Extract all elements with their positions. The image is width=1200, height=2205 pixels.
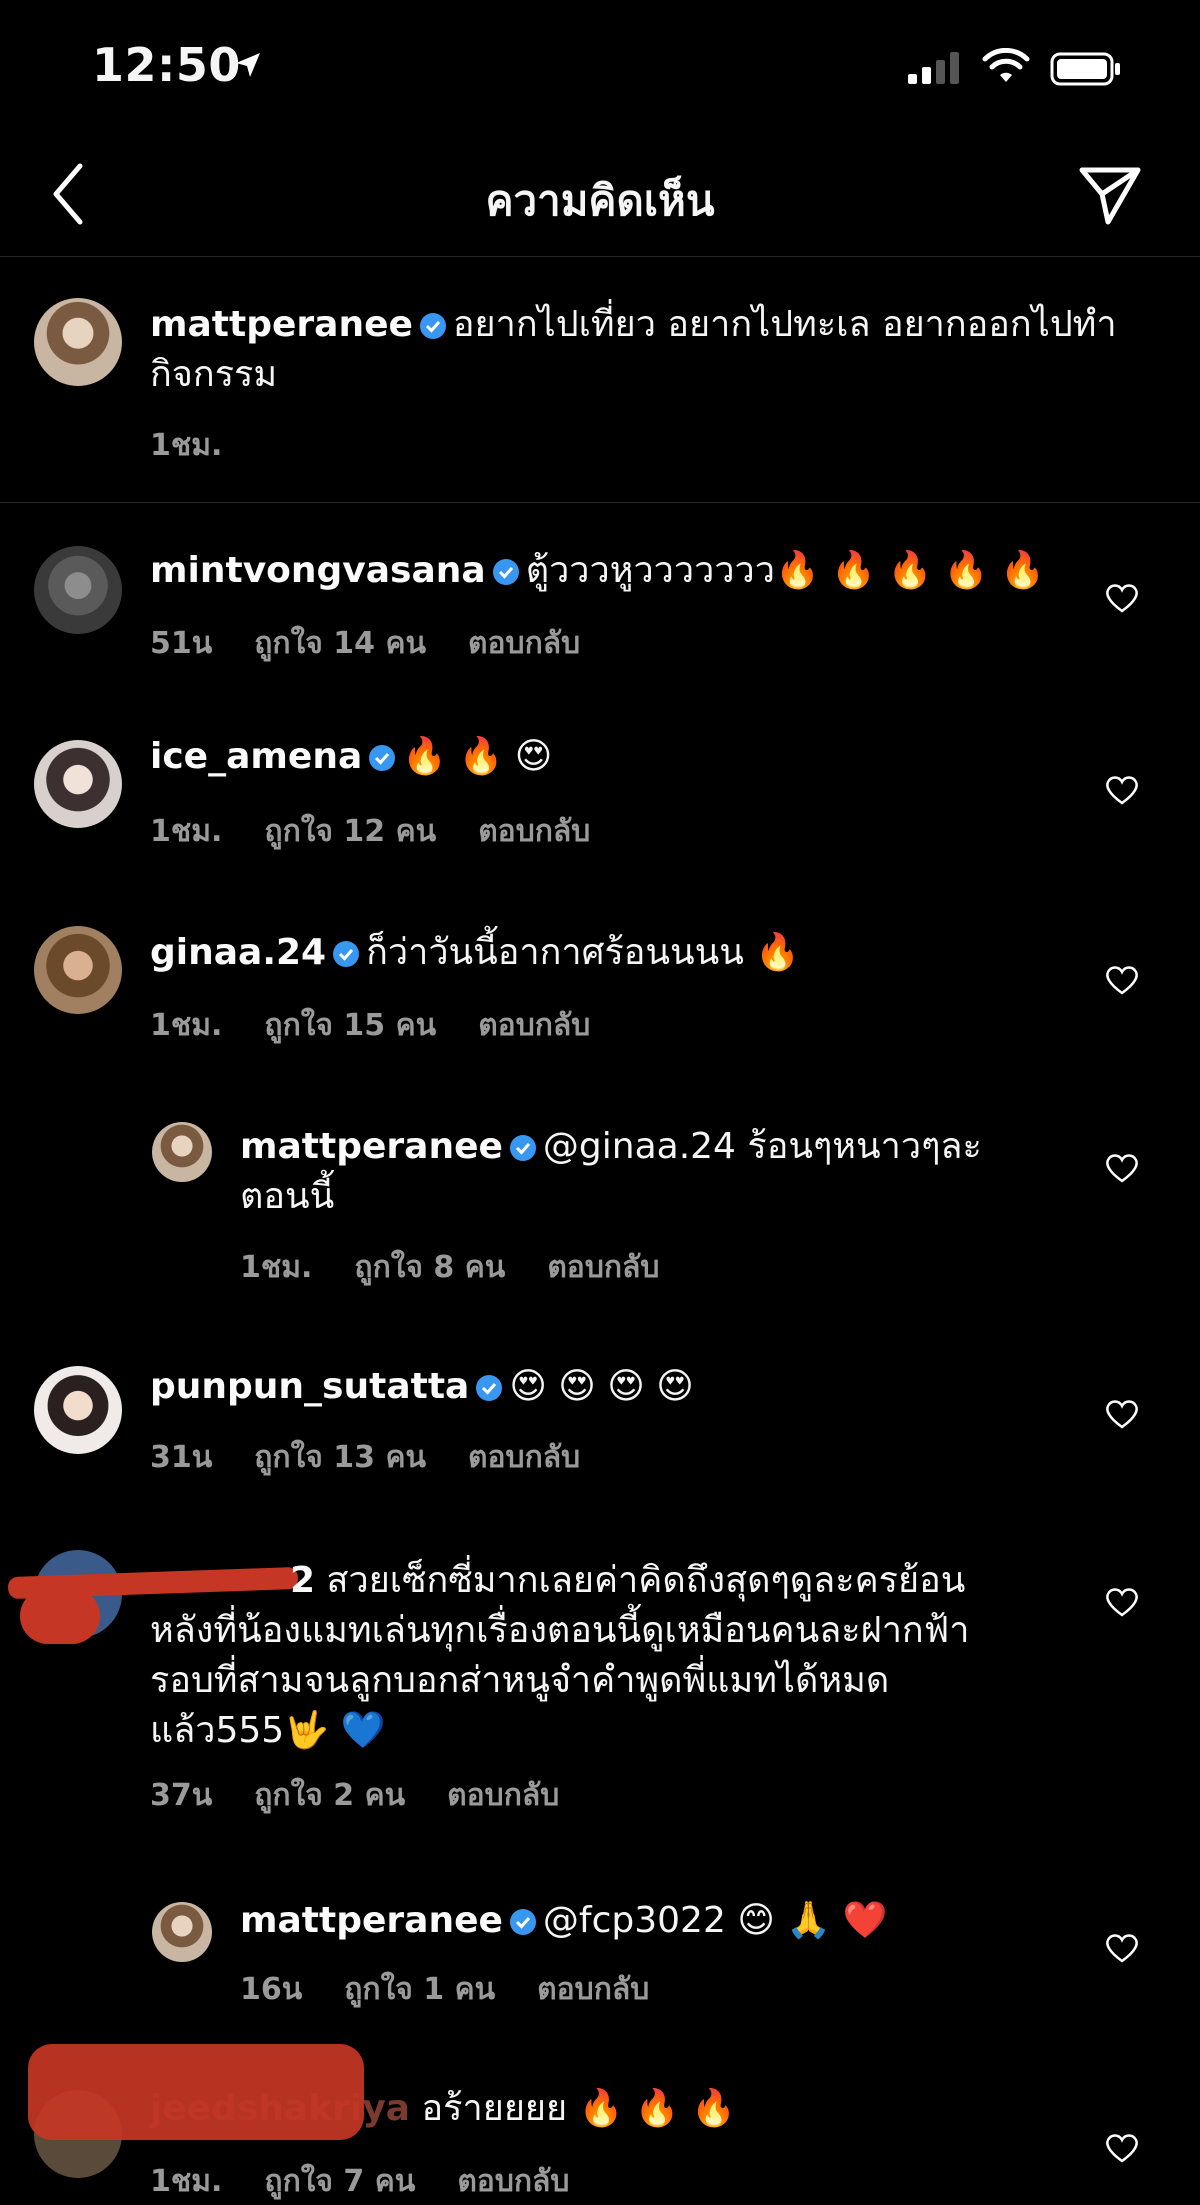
comment-emoji: 🔥 🔥 😍 xyxy=(402,736,553,777)
page-title: ความคิดเห็น xyxy=(485,176,715,225)
comment-text-line4: แล้ว555 xyxy=(150,1710,285,1751)
verified-badge-icon xyxy=(509,1909,536,1935)
caption-text-line2: กิจกรรม xyxy=(150,354,278,395)
verified-badge-icon xyxy=(369,745,396,771)
likes-count[interactable]: ถูกใจ 2 คน xyxy=(254,1778,405,1813)
comment-item: jeedshakriya อร้ายยยย 🔥 🔥 🔥 1ชม.ถูกใจ 7 … xyxy=(0,2040,1200,2199)
comment-item: 2 สวยเซ็กซี่มากเลยค่าคิดถึงสุดๆดูละครย้อ… xyxy=(0,1526,1200,1866)
reply-button[interactable]: ตอบกลับ xyxy=(478,1008,590,1043)
comment-username[interactable]: ice_amena xyxy=(150,736,362,777)
reply-button[interactable]: ตอบกลับ xyxy=(468,626,580,661)
reply-button[interactable]: ตอบกลับ xyxy=(457,2164,569,2199)
verified-badge-icon xyxy=(492,559,519,585)
avatar[interactable] xyxy=(34,926,122,1014)
reply-button[interactable]: ตอบกลับ xyxy=(478,814,590,849)
likes-count[interactable]: ถูกใจ 1 คน xyxy=(344,1972,495,2007)
heart-icon[interactable] xyxy=(1104,1152,1140,1184)
caption-text: อยากไปเที่ยว อยากไปทะเล อยากออกไปทำ xyxy=(452,304,1117,345)
header: ความคิดเห็น xyxy=(0,150,1200,257)
redaction-mark xyxy=(28,2044,364,2140)
comment-username[interactable]: mintvongvasana xyxy=(150,550,486,591)
reply-button[interactable]: ตอบกลับ xyxy=(547,1250,659,1285)
verified-badge-icon xyxy=(476,1375,503,1401)
comment-username[interactable]: mattperanee xyxy=(240,1900,503,1941)
post-caption: mattperanee อยากไปเที่ยว อยากไปทะเล อยากอ… xyxy=(0,256,1200,503)
comment-username[interactable]: mattperanee xyxy=(240,1126,503,1167)
avatar[interactable] xyxy=(34,298,122,386)
avatar[interactable] xyxy=(34,1366,122,1454)
comment-emoji: 🔥 🔥 🔥 xyxy=(578,2088,736,2129)
comment-item: ice_amena 🔥 🔥 😍 1ชม. ถูกใจ 12 คน ตอบกลับ xyxy=(0,692,1200,882)
comment-text: ก็ว่าวันนี้อากาศร้อนนนน xyxy=(366,932,744,973)
location-arrow-icon xyxy=(236,53,260,77)
verified-badge-icon xyxy=(333,941,360,967)
caption-time: 1ชม. xyxy=(150,428,223,463)
comment-time: 1ชม. xyxy=(150,2164,223,2199)
battery-icon xyxy=(1050,52,1120,86)
comment-text: @fcp3022 xyxy=(542,1900,726,1941)
comment-text-line2: ตอนนี้ xyxy=(240,1176,335,1217)
likes-count[interactable]: ถูกใจ 14 คน xyxy=(254,626,426,661)
heart-icon[interactable] xyxy=(1104,582,1140,614)
avatar[interactable] xyxy=(152,1902,212,1962)
reply-item: mattperanee @ginaa.24 ร้อนๆหนาวๆละ ตอนนี้… xyxy=(0,1078,1200,1340)
comment-text: สวยเซ็กซี่มากเลยค่าคิดถึงสุดๆดูละครย้อน xyxy=(326,1560,966,1601)
comment-emoji: 😊 🙏 ❤️ xyxy=(737,1900,888,1941)
reply-button[interactable]: ตอบกลับ xyxy=(447,1778,559,1813)
comment-emoji: 🔥 xyxy=(755,932,801,973)
likes-count[interactable]: ถูกใจ 8 คน xyxy=(354,1250,505,1285)
comment-emoji: 🔥 🔥 🔥 🔥 🔥 xyxy=(774,550,1045,591)
cellular-signal-icon xyxy=(908,52,959,84)
comment-text: @ginaa.24 ร้อนๆหนาวๆละ xyxy=(542,1126,982,1167)
heart-icon[interactable] xyxy=(1104,1932,1140,1964)
status-time: 12:50 xyxy=(92,38,241,92)
heart-icon[interactable] xyxy=(1104,1586,1140,1618)
comment-username[interactable]: ginaa.24 xyxy=(150,932,326,973)
heart-icon[interactable] xyxy=(1104,1398,1140,1430)
comment-time: 1ชม. xyxy=(240,1250,313,1285)
caption-username[interactable]: mattperanee xyxy=(150,304,413,345)
direct-share-icon[interactable] xyxy=(1078,162,1144,226)
comment-time: 31น xyxy=(150,1440,213,1475)
comment-text: อร้ายยยย xyxy=(421,2088,568,2129)
likes-count[interactable]: ถูกใจ 15 คน xyxy=(264,1008,436,1043)
heart-icon[interactable] xyxy=(1104,774,1140,806)
comment-username[interactable]: punpun_sutatta xyxy=(150,1366,469,1407)
likes-count[interactable]: ถูกใจ 7 คน xyxy=(264,2164,415,2199)
verified-badge-icon xyxy=(419,313,446,339)
redaction-mark xyxy=(20,1588,100,1644)
comment-text-line2: หลังที่น้องแมทเล่นทุกเรื่องตอนนี้ดูเหมือ… xyxy=(150,1610,970,1651)
verified-badge-icon xyxy=(509,1135,536,1161)
reply-item: mattperanee @fcp3022 😊 🙏 ❤️ 16น ถูกใจ 1 คน… xyxy=(0,1866,1200,2056)
comment-emoji: 🤟 💙 xyxy=(284,1710,386,1751)
status-bar: 12:50 xyxy=(0,0,1200,140)
comment-time: 1ชม. xyxy=(150,814,223,849)
likes-count[interactable]: ถูกใจ 12 คน xyxy=(264,814,436,849)
heart-icon[interactable] xyxy=(1104,964,1140,996)
comment-item: punpun_sutatta 😍 😍 😍 😍 31น ถูกใจ 13 คน ตอบก… xyxy=(0,1340,1200,1526)
comment-text: ตู้วววหูววววววว xyxy=(525,550,775,591)
wifi-icon xyxy=(982,48,1030,82)
likes-count[interactable]: ถูกใจ 13 คน xyxy=(254,1440,426,1475)
heart-icon[interactable] xyxy=(1104,2132,1140,2164)
avatar[interactable] xyxy=(34,546,122,634)
avatar[interactable] xyxy=(152,1122,212,1182)
comment-text-line3: รอบที่สามจนลูกบอกส่าหนูจำคำพูดพี่แมทได้ห… xyxy=(150,1660,890,1701)
reply-button[interactable]: ตอบกลับ xyxy=(537,1972,649,2007)
comment-emoji: 😍 😍 😍 😍 xyxy=(509,1366,694,1407)
comment-time: 51น xyxy=(150,626,213,661)
comment-time: 1ชม. xyxy=(150,1008,223,1043)
comment-item: ginaa.24 ก็ว่าวันนี้อากาศร้อนนนน 🔥 1ชม. ถู… xyxy=(0,882,1200,1078)
reply-button[interactable]: ตอบกลับ xyxy=(468,1440,580,1475)
comment-time: 16น xyxy=(240,1972,303,2007)
comment-item: mintvongvasana ตู้วววหูววววววว🔥 🔥 🔥 🔥 🔥 5… xyxy=(0,502,1200,692)
avatar[interactable] xyxy=(34,740,122,828)
comment-username[interactable]: 2 xyxy=(290,1560,315,1601)
comment-time: 37น xyxy=(150,1778,213,1813)
